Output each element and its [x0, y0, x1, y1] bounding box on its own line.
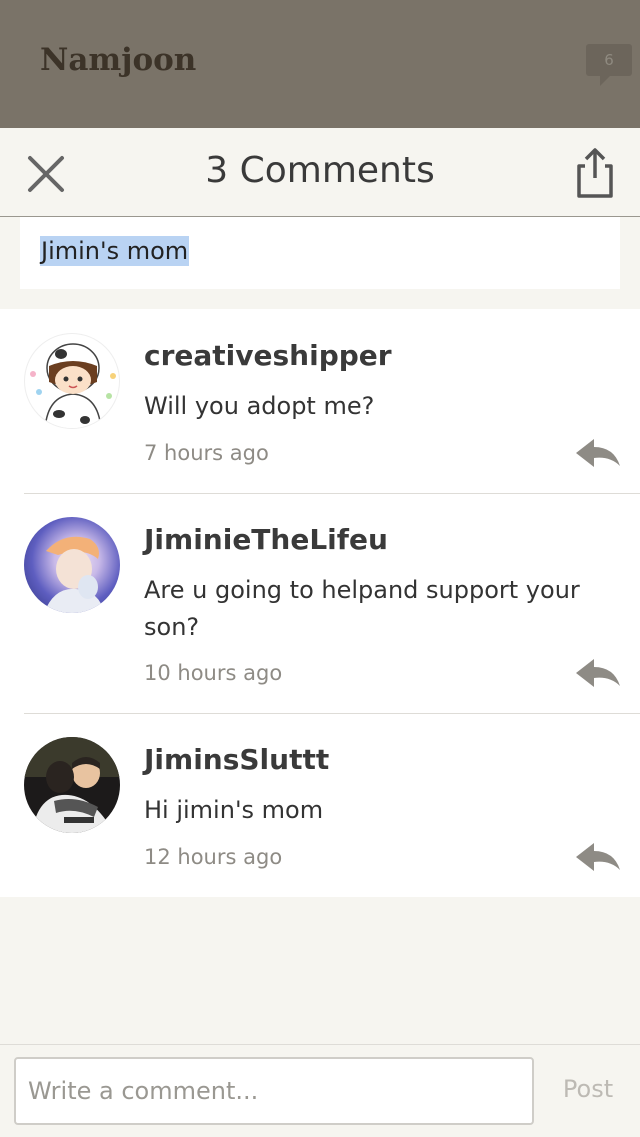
- comment-item: JiminsSluttt Hi jimin's mom 12 hours ago: [0, 714, 640, 897]
- avatar[interactable]: [24, 333, 120, 429]
- reply-icon[interactable]: [574, 436, 622, 470]
- comment-text: Hi jimin's mom: [144, 796, 324, 824]
- comment-username[interactable]: JiminsSluttt: [144, 743, 329, 776]
- comment-username[interactable]: JiminieTheLifeu: [144, 523, 388, 556]
- comments-header: 3 Comments: [0, 128, 640, 217]
- quoted-text: Jimin's mom: [40, 236, 190, 266]
- comment-text: Are u going to helpand support your son?: [144, 576, 580, 641]
- comments-list: creativeshipper Will you adopt me? 7 hou…: [0, 309, 640, 897]
- avatar[interactable]: [24, 737, 120, 833]
- comment-timestamp: 7 hours ago: [144, 441, 269, 465]
- comment-item: creativeshipper Will you adopt me? 7 hou…: [0, 309, 640, 493]
- reply-icon[interactable]: [574, 656, 622, 690]
- story-top-bar: Namjoon 6: [0, 0, 640, 128]
- comment-item: JiminieTheLifeu Are u going to helpand s…: [0, 494, 640, 713]
- portrait-photo-image: [44, 536, 104, 613]
- comments-title: 3 Comments: [205, 150, 435, 191]
- quoted-text-box: Jimin's mom: [20, 217, 620, 289]
- reply-icon[interactable]: [574, 840, 622, 874]
- post-button[interactable]: Post: [548, 1075, 628, 1103]
- comment-username[interactable]: creativeshipper: [144, 339, 392, 372]
- portrait-photo-image: [24, 737, 120, 833]
- cow-costume-avatar-image: [30, 343, 116, 428]
- avatar[interactable]: [24, 517, 120, 613]
- comment-composer: Post: [0, 1044, 640, 1137]
- comment-text: Will you adopt me?: [144, 392, 375, 420]
- comment-timestamp: 12 hours ago: [144, 845, 283, 869]
- share-icon[interactable]: [570, 144, 620, 200]
- comment-count-badge[interactable]: 6: [586, 44, 632, 86]
- comment-timestamp: 10 hours ago: [144, 661, 283, 685]
- story-title: Namjoon: [40, 42, 197, 78]
- comment-input[interactable]: [14, 1057, 534, 1125]
